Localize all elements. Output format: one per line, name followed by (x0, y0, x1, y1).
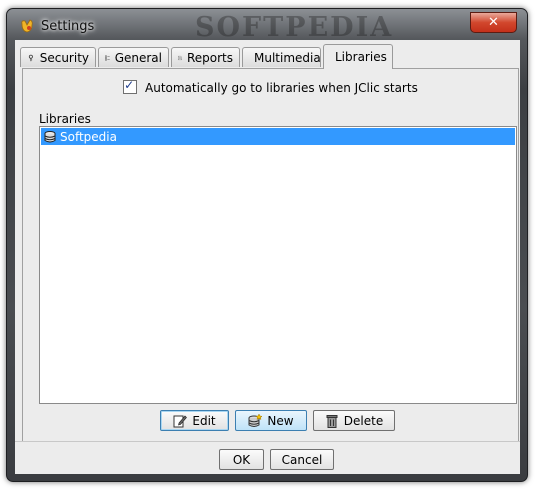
softpedia-watermark: SOFTPEDIA (195, 12, 394, 43)
tab-label: Security (39, 50, 89, 65)
report-icon (178, 55, 182, 60)
checklist-icon (105, 55, 110, 60)
tab-libraries[interactable]: Libraries (323, 44, 393, 69)
delete-button[interactable]: Delete (313, 410, 395, 431)
cancel-label: Cancel (281, 452, 323, 467)
tab-multimedia[interactable]: Multimedia (242, 47, 321, 67)
close-button[interactable]: ✕ (470, 12, 517, 33)
new-label: New (267, 413, 294, 428)
dialog-client-area: Security General Reports Multimedia Libr… (15, 40, 520, 474)
libraries-panel: Automatically go to libraries when JClic… (22, 68, 519, 442)
libraries-list[interactable]: Softpedia (39, 126, 517, 404)
tab-security[interactable]: Security (20, 47, 96, 67)
delete-label: Delete (343, 413, 384, 428)
window-title: Settings (41, 19, 95, 34)
auto-go-label[interactable]: Automatically go to libraries when JClic… (145, 81, 418, 95)
auto-go-checkbox[interactable] (123, 78, 138, 94)
ok-label: OK (232, 452, 251, 467)
edit-button[interactable]: Edit (160, 410, 229, 431)
new-library-icon (248, 413, 263, 427)
lock-icon (28, 54, 33, 61)
trash-icon (326, 414, 338, 428)
tab-label: Reports (186, 50, 233, 65)
tab-general[interactable]: General (98, 47, 169, 67)
list-item-label: Softpedia (60, 129, 117, 144)
libraries-group-label: Libraries (39, 112, 91, 126)
tab-label: Multimedia (254, 50, 321, 65)
tab-label: General (114, 50, 162, 65)
title-bar[interactable]: Settings SOFTPEDIA ✕ (7, 9, 527, 43)
new-button[interactable]: New (235, 410, 307, 431)
database-icon (44, 130, 56, 142)
footer-divider (15, 441, 520, 442)
edit-icon (173, 415, 188, 427)
edit-label: Edit (192, 413, 216, 428)
list-item[interactable]: Softpedia (41, 128, 515, 145)
tab-reports[interactable]: Reports (171, 47, 240, 67)
ok-button[interactable]: OK (219, 449, 264, 470)
auto-go-row: Automatically go to libraries when JClic… (23, 78, 518, 95)
cancel-button[interactable]: Cancel (270, 449, 334, 470)
close-icon: ✕ (488, 15, 499, 30)
tab-label: Libraries (335, 50, 387, 64)
jclic-app-icon (21, 19, 33, 33)
settings-window: Settings SOFTPEDIA ✕ Security General Re… (6, 8, 528, 482)
